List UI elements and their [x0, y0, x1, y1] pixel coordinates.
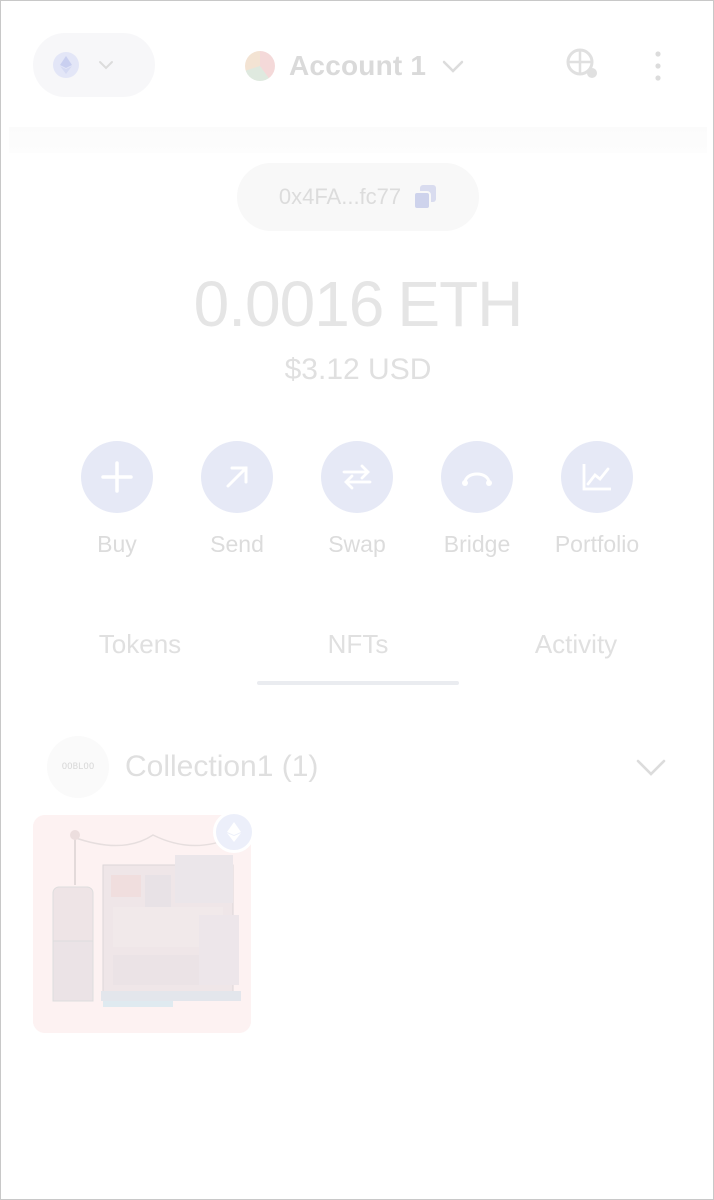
account-address: 0x4FA...fc77	[278, 184, 402, 209]
collection-name: Collection1 (1)	[125, 750, 319, 783]
chevron-down-icon[interactable]	[635, 753, 667, 781]
nft-item[interactable]	[33, 815, 251, 1033]
chevron-down-icon	[442, 60, 464, 73]
connected-sites-globe-icon[interactable]	[565, 47, 601, 83]
action-buttons: Buy Send Swap Bridge Portfolio	[57, 441, 657, 558]
tab-activity[interactable]: Activity	[467, 621, 685, 685]
account-name: Account 1	[289, 50, 427, 81]
ethereum-network-icon	[53, 52, 79, 78]
network-selector[interactable]	[33, 33, 155, 97]
wallet-window: Account 1 0x4FA...fc77 0.0016 ETH $3.12 U…	[0, 0, 714, 1200]
arrow-up-right-icon	[201, 441, 273, 513]
collection-thumbnail: OOBLOO	[47, 736, 109, 798]
chart-icon	[561, 441, 633, 513]
balance-symbol: ETH	[397, 268, 523, 340]
send-label: Send	[210, 531, 264, 557]
copy-icon	[413, 185, 437, 210]
swap-button[interactable]: Swap	[297, 441, 417, 558]
nft-collection-header[interactable]: OOBLOO Collection1 (1)	[47, 735, 677, 799]
header-divider	[9, 127, 707, 153]
fiat-balance: $3.12 USD	[284, 353, 432, 386]
nft-image	[33, 815, 251, 1033]
bridge-button[interactable]: Bridge	[417, 441, 537, 558]
balance-amount: 0.0016	[193, 268, 385, 340]
swap-arrows-icon	[321, 441, 393, 513]
account-avatar	[245, 51, 275, 81]
send-button[interactable]: Send	[177, 441, 297, 558]
copy-address-button[interactable]: 0x4FA...fc77	[237, 163, 479, 231]
tab-tokens[interactable]: Tokens	[31, 621, 249, 685]
buy-button[interactable]: Buy	[57, 441, 177, 558]
swap-label: Swap	[328, 531, 386, 557]
collection-thumb-text: OOBLOO	[61, 762, 95, 772]
portfolio-button[interactable]: Portfolio	[537, 441, 657, 558]
account-selector[interactable]: Account 1	[245, 45, 466, 87]
buy-label: Buy	[97, 531, 137, 557]
portfolio-label: Portfolio	[554, 531, 640, 557]
asset-tabs: Tokens NFTs Activity	[31, 621, 685, 685]
token-balance: 0.0016 ETH	[1, 267, 714, 341]
tab-nfts[interactable]: NFTs	[249, 621, 467, 685]
plus-icon	[81, 441, 153, 513]
more-options-icon[interactable]	[649, 49, 667, 83]
bridge-icon	[441, 441, 513, 513]
bridge-label: Bridge	[443, 531, 511, 557]
chevron-down-icon	[99, 61, 113, 70]
ethereum-network-badge-icon	[213, 811, 255, 853]
